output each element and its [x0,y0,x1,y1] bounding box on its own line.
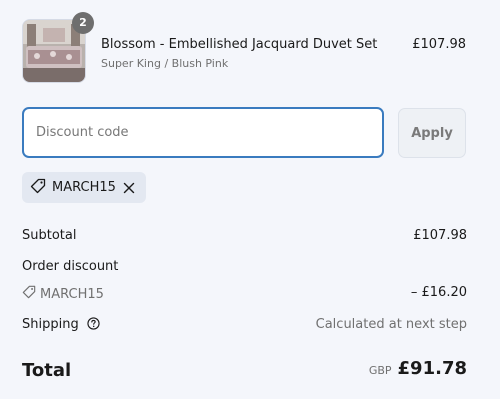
discount-code-label: MARCH15 [22,285,104,303]
product-price: £107.98 [412,37,466,52]
apply-discount-button[interactable]: Apply [398,108,466,158]
product-title: Blossom - Embellished Jacquard Duvet Set [101,37,378,52]
shipping-row: Shipping Calculated at next step [22,317,467,335]
quantity-badge: 2 [72,12,94,34]
applied-discount-code: MARCH15 [52,180,116,195]
order-discount-label: Order discount [22,259,119,274]
tag-icon [22,285,36,303]
total-amount-wrap: GBP £91.78 [369,358,467,379]
shipping-label-wrap: Shipping [22,317,100,334]
order-discount-row: Order discount [22,259,467,277]
close-icon[interactable] [122,181,136,195]
shipping-label: Shipping [22,317,79,332]
subtotal-label: Subtotal [22,228,77,243]
total-value: £91.78 [397,358,467,379]
shipping-value: Calculated at next step [315,317,467,332]
total-label: Total [22,360,72,381]
currency-code: GBP [368,364,392,377]
question-circle-icon[interactable] [87,317,100,334]
subtotal-row: Subtotal £107.98 [22,228,467,246]
total-row: Total GBP £91.78 [22,358,467,384]
line-item: 2 Blossom - Embellished Jacquard Duvet S… [22,12,470,85]
tag-icon [30,178,46,198]
subtotal-value: £107.98 [413,228,467,243]
discount-code-text: MARCH15 [40,286,104,302]
product-variant: Super King / Blush Pink [101,57,229,70]
discount-code-row: MARCH15 – £16.20 [22,285,467,303]
discount-value: – £16.20 [410,285,467,300]
applied-discount-chip: MARCH15 [22,172,146,203]
discount-code-input[interactable] [22,107,384,158]
